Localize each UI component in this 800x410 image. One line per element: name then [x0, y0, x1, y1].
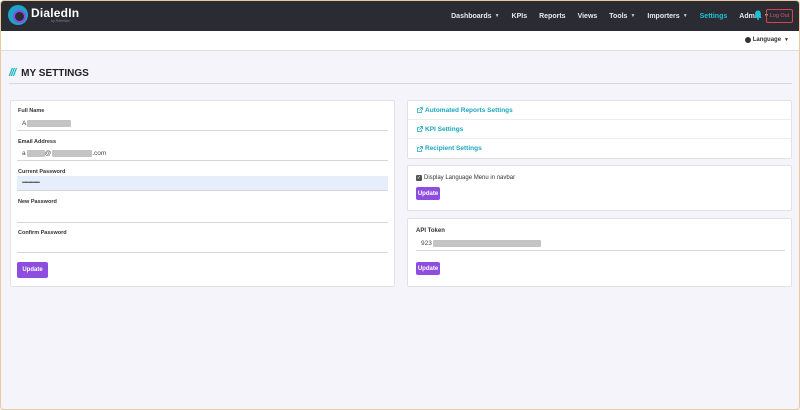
nav-settings[interactable]: Settings	[700, 13, 728, 20]
top-navbar: DialedIn by Rebellion Dashboards ▼ KPIs R…	[1, 1, 799, 31]
redacted-block	[26, 149, 45, 157]
full-name-input[interactable]: A	[17, 116, 388, 131]
bell-icon[interactable]	[754, 10, 762, 20]
api-token-card: API Token 923 Update	[407, 218, 792, 287]
email-label: Email Address	[18, 139, 57, 145]
nav-links: Dashboards ▼ KPIs Reports Views Tools ▼ Im…	[439, 1, 769, 31]
sub-toolbar: Language ▼	[1, 31, 799, 51]
current-password-input[interactable]: ••••••••••••••	[17, 176, 388, 191]
dialedin-logo-icon	[8, 5, 28, 25]
nav-dashboards[interactable]: Dashboards ▼	[451, 13, 499, 20]
chevron-down-icon: ▼	[630, 13, 636, 19]
globe-icon	[744, 37, 751, 43]
divider	[9, 83, 792, 84]
display-language-label: Display Language Menu in navbar	[424, 175, 516, 181]
email-input[interactable]: a @ .com	[17, 146, 388, 161]
brand-name: DialedIn	[31, 5, 80, 20]
external-link-icon	[417, 107, 423, 113]
link-automated-reports-settings[interactable]: Automated Reports Settings	[408, 101, 791, 120]
slashes-icon: ///	[9, 67, 16, 79]
external-link-icon	[417, 145, 423, 152]
nav-views[interactable]: Views	[578, 13, 598, 20]
page-title: MY SETTINGS	[21, 67, 89, 79]
redacted-block	[432, 240, 541, 247]
current-password-label: Current Password	[18, 169, 66, 175]
external-link-icon	[417, 126, 423, 132]
api-update-button[interactable]: Update	[416, 262, 440, 275]
brand-logo[interactable]: DialedIn by Rebellion	[8, 5, 79, 25]
chevron-down-icon: ▼	[494, 13, 500, 19]
redacted-block	[27, 119, 72, 127]
chevron-down-icon: ▼	[784, 37, 789, 43]
language-update-button[interactable]: Update	[416, 187, 440, 200]
nav-tools[interactable]: Tools ▼	[609, 13, 635, 20]
link-kpi-settings[interactable]: KPI Settings	[408, 120, 791, 139]
nav-importers[interactable]: Importers ▼	[647, 13, 687, 20]
link-recipient-settings[interactable]: Recipient Settings	[408, 139, 791, 158]
api-token-field[interactable]: 923	[416, 237, 785, 251]
profile-form-card: Full Name A Email Address a @ .com Current…	[10, 100, 395, 287]
nav-kpis[interactable]: KPIs	[512, 13, 528, 20]
brand-subtitle: by Rebellion	[51, 18, 71, 23]
page-header: /// MY SETTINGS	[9, 67, 89, 79]
logout-button[interactable]: Log Out	[766, 9, 793, 23]
display-language-checkbox[interactable]: ✓	[416, 175, 422, 181]
language-dropdown[interactable]: Language ▼	[744, 37, 789, 43]
language-option-card: ✓ Display Language Menu in navbar Update	[407, 165, 792, 211]
redacted-block	[52, 149, 93, 157]
full-name-label: Full Name	[18, 108, 45, 114]
new-password-input[interactable]	[17, 208, 388, 223]
language-label: Language	[752, 37, 782, 43]
profile-update-button[interactable]: Update	[17, 262, 48, 278]
confirm-password-input[interactable]	[17, 238, 388, 253]
chevron-down-icon: ▼	[682, 13, 688, 19]
nav-reports[interactable]: Reports	[539, 13, 565, 20]
new-password-label: New Password	[18, 199, 57, 205]
settings-links-card: Automated Reports Settings KPI Settings …	[407, 100, 792, 159]
app-window: DialedIn by Rebellion Dashboards ▼ KPIs R…	[0, 0, 800, 410]
confirm-password-label: Confirm Password	[18, 230, 67, 236]
api-token-label: API Token	[416, 228, 445, 234]
